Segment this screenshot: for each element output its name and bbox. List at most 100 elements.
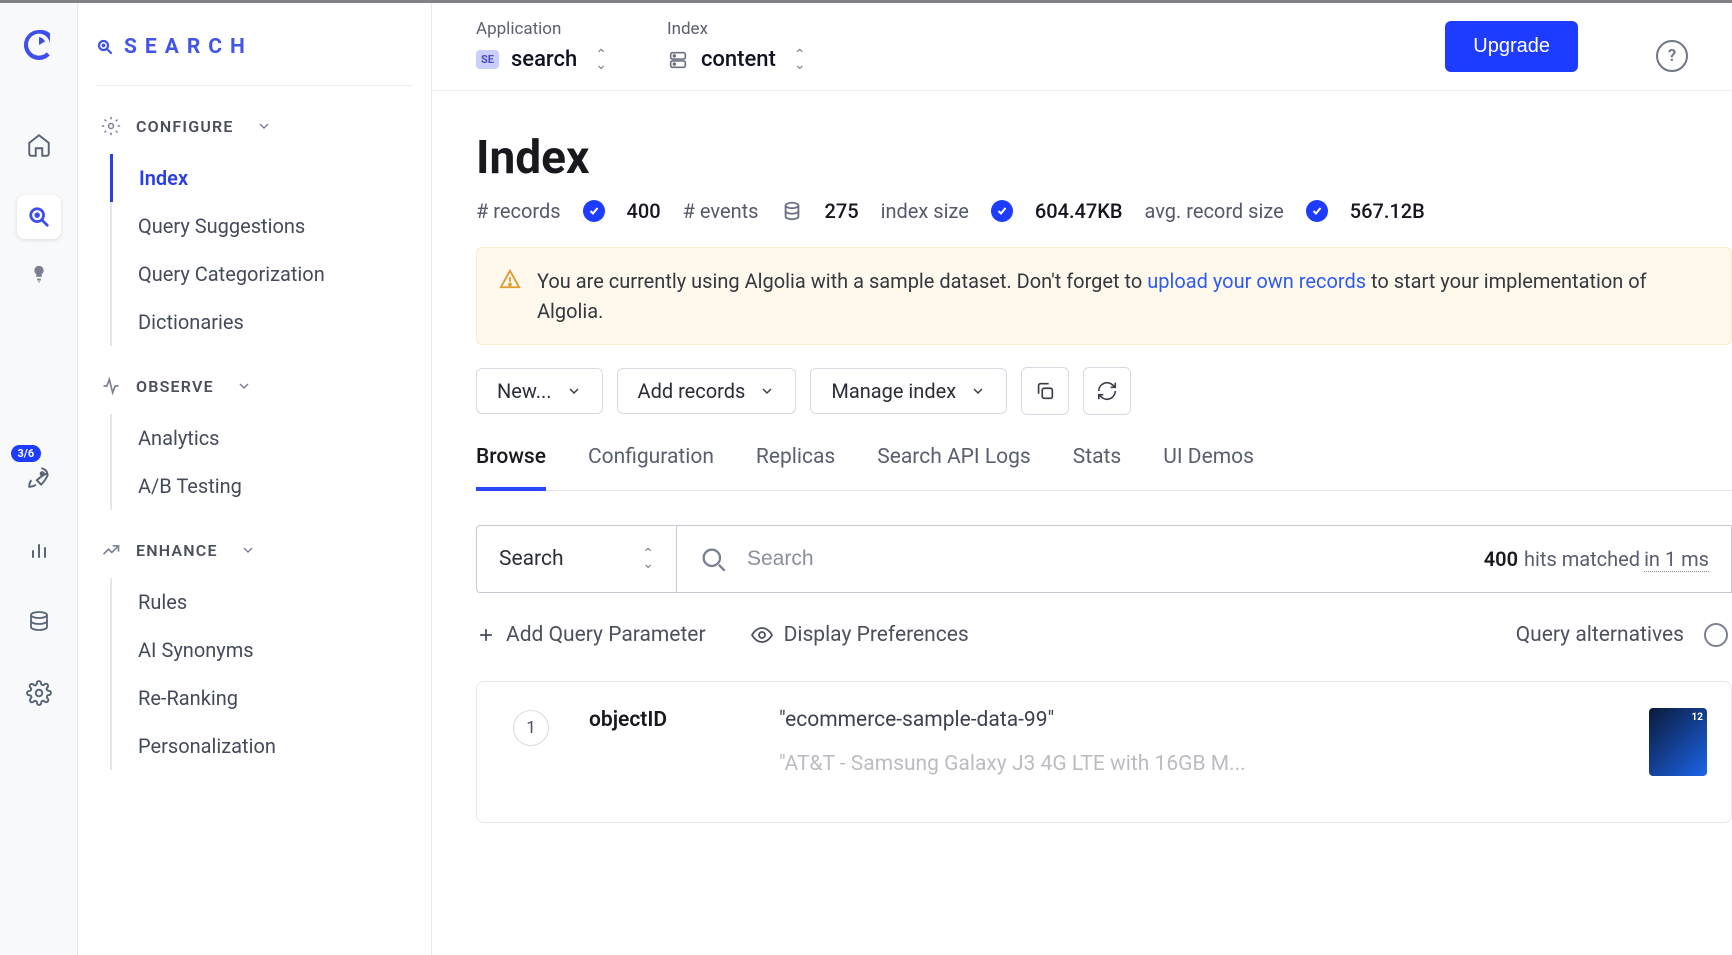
section-label: OBSERVE <box>136 377 214 396</box>
new-button[interactable]: New... <box>476 368 603 414</box>
add-query-parameter[interactable]: Add Query Parameter <box>476 623 706 647</box>
check-icon <box>991 200 1013 222</box>
tab-configuration[interactable]: Configuration <box>588 445 714 490</box>
query-alternatives-toggle[interactable]: Query alternatives <box>1516 623 1728 647</box>
topbar: Application SE search ⌃⌄ Index content ⌃… <box>432 3 1732 91</box>
activity-icon <box>100 376 122 396</box>
gear-icon <box>100 116 122 136</box>
check-icon <box>1306 200 1328 222</box>
tab-browse[interactable]: Browse <box>476 445 546 491</box>
add-records-button[interactable]: Add records <box>617 368 797 414</box>
application-selector[interactable]: SE search ⌃⌄ <box>476 47 607 72</box>
query-alternatives-label: Query alternatives <box>1516 623 1684 647</box>
rail-rocket-icon[interactable]: 3/6 <box>17 455 61 499</box>
rail-home-icon[interactable] <box>17 123 61 167</box>
chevron-updown-icon: ⌃⌄ <box>794 50 806 70</box>
record-card: 1 objectID "ecommerce-sample-data-99" "A… <box>476 681 1732 823</box>
hits-text: hits matched <box>1524 547 1640 571</box>
stat-avg-label: avg. record size <box>1145 199 1284 223</box>
chevron-updown-icon: ⌃⌄ <box>642 549 654 569</box>
stat-records-value: 400 <box>627 199 661 223</box>
section-enhance[interactable]: ENHANCE <box>96 540 413 560</box>
sidebar-item-re-ranking[interactable]: Re-Ranking <box>112 674 413 722</box>
manage-index-button[interactable]: Manage index <box>810 368 1007 414</box>
hits-time: in 1 ms <box>1644 547 1709 572</box>
sample-dataset-alert: You are currently using Algolia with a s… <box>476 247 1732 345</box>
record-value-2: "AT&T - Samsung Galaxy J3 4G LTE with 16… <box>779 752 1246 776</box>
record-number: 1 <box>513 710 549 746</box>
tab-replicas[interactable]: Replicas <box>756 445 835 490</box>
main: Application SE search ⌃⌄ Index content ⌃… <box>432 3 1732 955</box>
display-preferences[interactable]: Display Preferences <box>750 623 969 647</box>
sidebar: SEARCH CONFIGURE Index Query Suggestions… <box>78 3 432 955</box>
search-mode-label: Search <box>499 547 564 571</box>
add-records-label: Add records <box>638 379 746 403</box>
stat-size-label: index size <box>881 199 969 223</box>
tab-search-api-logs[interactable]: Search API Logs <box>877 445 1031 490</box>
sidebar-item-rules[interactable]: Rules <box>112 578 413 626</box>
display-preferences-label: Display Preferences <box>784 623 969 647</box>
index-value: content <box>701 47 776 72</box>
application-value: search <box>511 47 577 72</box>
rail-recommend-icon[interactable] <box>17 253 61 297</box>
index-label: Index <box>667 19 806 39</box>
stat-size-value: 604.47KB <box>1035 199 1123 223</box>
chevron-down-icon <box>256 118 272 134</box>
alert-text-pre: You are currently using Algolia with a s… <box>537 269 1147 293</box>
section-label: CONFIGURE <box>136 117 234 136</box>
new-button-label: New... <box>497 379 552 403</box>
refresh-button[interactable] <box>1083 367 1131 415</box>
record-key: objectID <box>589 708 719 732</box>
section-label: ENHANCE <box>136 541 218 560</box>
search-input[interactable] <box>747 547 1440 571</box>
application-badge: SE <box>476 50 499 69</box>
sidebar-item-query-suggestions[interactable]: Query Suggestions <box>112 202 413 250</box>
chevron-down-icon <box>240 542 256 558</box>
search-product-icon <box>96 38 114 56</box>
upgrade-button[interactable]: Upgrade <box>1445 21 1578 72</box>
algolia-logo-icon[interactable] <box>19 25 59 65</box>
sidebar-item-dictionaries[interactable]: Dictionaries <box>112 298 413 346</box>
icon-rail: 3/6 <box>0 3 78 955</box>
add-query-parameter-label: Add Query Parameter <box>506 623 706 647</box>
sidebar-item-ai-synonyms[interactable]: AI Synonyms <box>112 626 413 674</box>
upload-records-link[interactable]: upload your own records <box>1147 269 1366 293</box>
rail-badge: 3/6 <box>11 445 42 462</box>
trending-up-icon <box>100 540 122 560</box>
manage-index-label: Manage index <box>831 379 956 403</box>
sidebar-item-query-categorization[interactable]: Query Categorization <box>112 250 413 298</box>
sidebar-item-personalization[interactable]: Personalization <box>112 722 413 770</box>
stat-records-label: # records <box>476 199 561 223</box>
sidebar-item-index[interactable]: Index <box>110 154 413 202</box>
toggle-icon <box>1704 623 1728 647</box>
rail-search-icon[interactable] <box>17 195 61 239</box>
chevron-updown-icon: ⌃⌄ <box>595 50 607 70</box>
product-title: SEARCH <box>96 27 413 86</box>
section-observe[interactable]: OBSERVE <box>96 376 413 396</box>
rail-database-icon[interactable] <box>17 599 61 643</box>
search-mode-selector[interactable]: Search ⌃⌄ <box>476 525 676 593</box>
stat-events-value: 275 <box>825 199 859 223</box>
chevron-down-icon <box>236 378 252 394</box>
copy-button[interactable] <box>1021 367 1069 415</box>
stat-events-label: # events <box>683 199 759 223</box>
record-thumbnail <box>1649 708 1707 776</box>
database-icon <box>781 200 803 222</box>
record-value: "ecommerce-sample-data-99" <box>779 708 1054 732</box>
rail-settings-icon[interactable] <box>17 671 61 715</box>
rail-analytics-icon[interactable] <box>17 527 61 571</box>
stats-row: # records 400 # events 275 index size 60… <box>476 199 1732 223</box>
hits-info: 400 hits matched in 1 ms <box>1462 525 1732 593</box>
search-icon <box>699 545 727 573</box>
tab-stats[interactable]: Stats <box>1073 445 1121 490</box>
sidebar-item-analytics[interactable]: Analytics <box>112 414 413 462</box>
hits-count: 400 <box>1484 547 1518 571</box>
section-configure[interactable]: CONFIGURE <box>96 116 413 136</box>
index-selector[interactable]: content ⌃⌄ <box>667 47 806 72</box>
tab-ui-demos[interactable]: UI Demos <box>1163 445 1254 490</box>
sidebar-item-ab-testing[interactable]: A/B Testing <box>112 462 413 510</box>
tabs: Browse Configuration Replicas Search API… <box>476 445 1732 491</box>
help-button[interactable]: ? <box>1656 40 1688 72</box>
application-label: Application <box>476 19 607 39</box>
warning-icon <box>499 268 521 290</box>
